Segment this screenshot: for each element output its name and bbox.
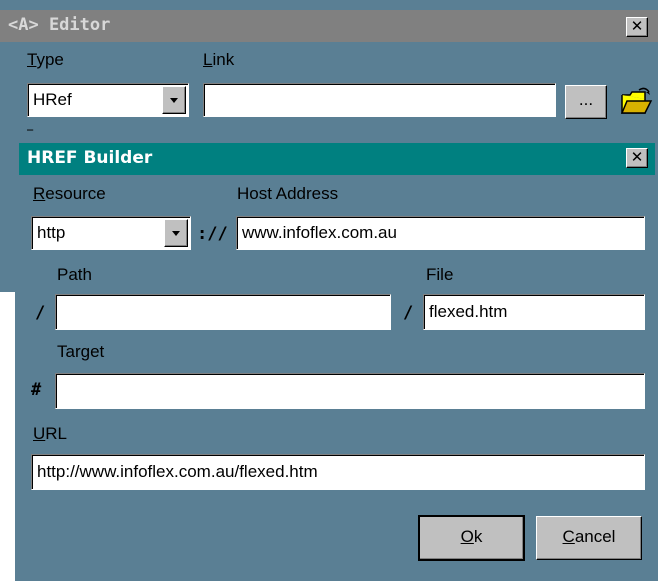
target-label: Target (57, 342, 105, 361)
url-value: http://www.infoflex.com.au/flexed.htm (37, 462, 318, 481)
file-label: File (426, 265, 454, 284)
link-label: Link (203, 50, 235, 69)
host-address-value: www.infoflex.com.au (242, 223, 397, 242)
editor-title: <A> Editor (8, 15, 111, 35)
type-label: Type (27, 50, 64, 69)
resource-select-value: http (37, 223, 66, 242)
builder-title: HREF Builder (27, 148, 153, 168)
builder-close-button[interactable]: ✕ (626, 148, 648, 168)
builder-window (15, 138, 658, 581)
browse-button-label: ... (578, 90, 594, 109)
cancel-button[interactable]: Cancel (536, 516, 642, 560)
target-input[interactable] (55, 373, 645, 409)
browse-button[interactable]: ... (565, 85, 607, 119)
editor-close-button[interactable]: ✕ (626, 17, 648, 37)
link-input[interactable] (203, 83, 556, 117)
close-icon: ✕ (630, 148, 644, 166)
type-select-value: HRef (33, 90, 72, 109)
ok-button[interactable]: Ok (418, 515, 525, 561)
url-label: URL (33, 424, 68, 443)
path-prefix: / (35, 303, 46, 323)
path-label: Path (57, 265, 92, 284)
file-value: flexed.htm (429, 302, 508, 321)
path-input[interactable] (55, 294, 391, 330)
url-input[interactable]: http://www.infoflex.com.au/flexed.htm (31, 454, 645, 490)
resource-label: Resource (33, 184, 106, 203)
close-icon: ✕ (630, 17, 644, 35)
file-input[interactable]: flexed.htm (423, 294, 645, 330)
open-folder-icon[interactable] (619, 87, 653, 117)
resource-dropdown-button[interactable] (164, 219, 188, 247)
type-dropdown-button[interactable] (162, 86, 186, 114)
target-prefix: # (31, 380, 42, 400)
protocol-separator: :// (197, 224, 228, 244)
host-address-input[interactable]: www.infoflex.com.au (236, 216, 645, 250)
builder-titlebar[interactable]: HREF Builder (19, 143, 655, 175)
file-prefix: / (403, 303, 414, 323)
editor-titlebar[interactable]: <A> Editor (0, 10, 658, 42)
host-address-label: Host Address (237, 184, 339, 203)
